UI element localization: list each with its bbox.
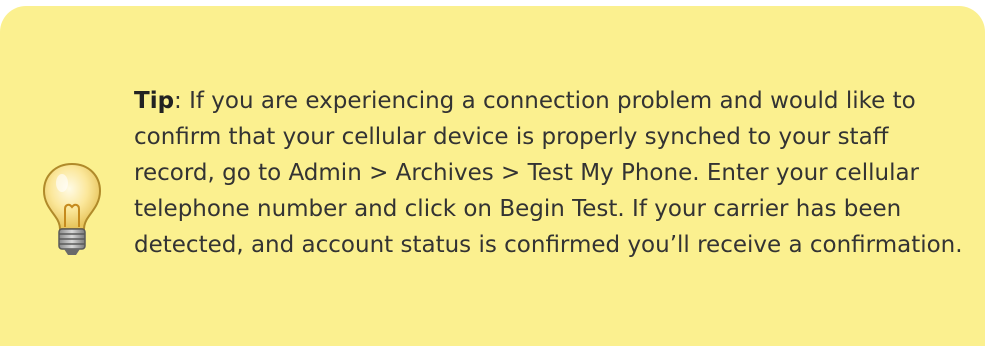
lightbulb-icon [40,161,104,257]
tip-label: Tip [134,88,175,114]
tip-box: Tip: If you are experiencing a connectio… [0,6,985,346]
tip-text: Tip: If you are experiencing a connectio… [134,83,964,263]
tip-body: If you are experiencing a connection pro… [134,88,963,258]
tip-separator: : [174,88,182,114]
